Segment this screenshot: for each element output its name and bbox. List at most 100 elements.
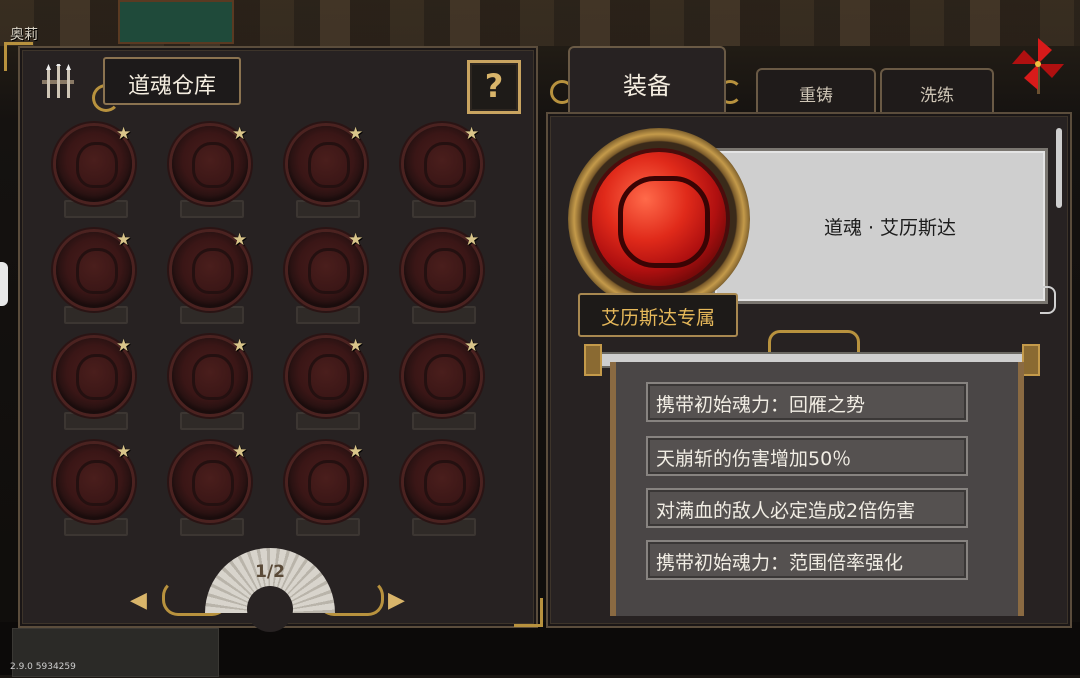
soul-name-box: 道魂 · 艾历斯达	[712, 148, 1048, 304]
player-name: 奥莉	[10, 27, 38, 43]
trident-icon	[42, 64, 74, 98]
orb-stand	[296, 306, 360, 324]
effect-row: 携带初始魂力：范围倍率强化	[646, 540, 968, 580]
soul-portrait-icon	[76, 248, 118, 294]
soul-orb-icon	[404, 444, 480, 520]
soul-slot[interactable]: ★	[284, 122, 376, 218]
scroll-rod-cap	[584, 344, 602, 376]
soul-portrait-icon	[618, 176, 710, 268]
soul-slot[interactable]: ★	[400, 228, 492, 324]
soul-portrait-icon	[308, 460, 350, 506]
orb-stand	[296, 518, 360, 536]
soul-portrait-icon	[76, 142, 118, 188]
tab-recast-label: 重铸	[799, 86, 833, 106]
orb-stand	[180, 306, 244, 324]
orb-stand	[180, 412, 244, 430]
orb-stand	[64, 200, 128, 218]
detail-scrollbar[interactable]	[1056, 128, 1062, 208]
orb-stand	[296, 412, 360, 430]
storage-title: 道魂仓库	[127, 74, 216, 99]
soul-slot[interactable]: ★	[168, 334, 260, 430]
star-icon: ★	[232, 124, 248, 144]
orb-stand	[412, 306, 476, 324]
corner-ornament	[4, 42, 33, 71]
star-icon: ★	[464, 124, 480, 144]
soul-slot[interactable]: ★	[52, 228, 144, 324]
tab-recast[interactable]: 重铸	[756, 68, 876, 114]
effect-row: 携带初始魂力：回雁之势	[646, 382, 968, 422]
question-mark-icon: ?	[484, 67, 504, 105]
effect-row: 对满血的敌人必定造成2倍伤害	[646, 488, 968, 528]
soul-slot[interactable]: ★	[52, 334, 144, 430]
tab-refine[interactable]: 洗练	[880, 68, 994, 114]
tab-equip[interactable]: 装备	[568, 46, 726, 114]
soul-portrait-icon	[424, 142, 466, 188]
soul-slot[interactable]	[400, 440, 492, 536]
effect-text: 对满血的敌人必定造成2倍伤害	[656, 500, 916, 522]
soul-slot[interactable]: ★	[400, 122, 492, 218]
page-indicator: 1/2	[255, 562, 285, 582]
soul-grid: ★ ★ ★ ★ ★ ★ ★ ★ ★ ★ ★ ★ ★ ★ ★	[52, 122, 492, 536]
soul-portrait-icon	[192, 354, 234, 400]
background-green-panel	[118, 0, 234, 44]
version-label: 2.9.0 5934259	[10, 662, 76, 672]
effect-text: 天崩斩的伤害增加50％	[656, 448, 852, 470]
storage-title-plate: 道魂仓库	[103, 57, 241, 105]
tab-equip-label: 装备	[623, 72, 671, 100]
name-box-ornament	[1040, 286, 1056, 314]
soul-slot[interactable]: ★	[284, 334, 376, 430]
soul-slot[interactable]: ★	[284, 440, 376, 536]
soul-slot[interactable]: ★	[168, 228, 260, 324]
effect-row: 天崩斩的伤害增加50％	[646, 436, 968, 476]
soul-slot[interactable]: ★	[52, 440, 144, 536]
page-fan: 1/2	[205, 548, 335, 632]
exclusive-badge: 艾历斯达专属	[578, 293, 738, 337]
prev-page-arrow-icon[interactable]: ◀	[130, 588, 147, 613]
star-icon: ★	[464, 336, 480, 356]
soul-name: 道魂 · 艾历斯达	[823, 217, 957, 239]
orb-stand	[64, 412, 128, 430]
orb-stand	[180, 200, 244, 218]
soul-portrait-icon	[192, 460, 234, 506]
soul-portrait-icon	[308, 354, 350, 400]
star-icon: ★	[116, 124, 132, 144]
tab-refine-label: 洗练	[920, 86, 954, 106]
star-icon: ★	[464, 230, 480, 250]
soul-portrait-icon	[76, 460, 118, 506]
star-icon: ★	[232, 230, 248, 250]
star-icon: ★	[116, 230, 132, 250]
soul-portrait-icon	[308, 248, 350, 294]
star-icon: ★	[116, 336, 132, 356]
soul-slot[interactable]: ★	[284, 228, 376, 324]
scroll-rod-cap	[1022, 344, 1040, 376]
soul-portrait-icon	[192, 248, 234, 294]
star-icon: ★	[348, 442, 364, 462]
next-page-arrow-icon[interactable]: ▶	[388, 588, 405, 613]
orb-stand	[64, 306, 128, 324]
soul-portrait-icon	[76, 354, 118, 400]
corner-ornament	[514, 598, 543, 627]
soul-portrait-icon	[424, 354, 466, 400]
orb-stand	[412, 518, 476, 536]
soul-portrait-icon	[424, 248, 466, 294]
fan-center	[247, 586, 293, 632]
soul-slot[interactable]: ★	[52, 122, 144, 218]
soul-slot[interactable]: ★	[400, 334, 492, 430]
star-icon: ★	[348, 230, 364, 250]
star-icon: ★	[232, 336, 248, 356]
soul-portrait-icon	[192, 142, 234, 188]
side-handle[interactable]	[0, 262, 8, 306]
star-icon: ★	[348, 336, 364, 356]
effect-text: 携带初始魂力：范围倍率强化	[656, 552, 904, 574]
pinwheel-icon[interactable]	[1008, 34, 1068, 94]
soul-slot[interactable]: ★	[168, 440, 260, 536]
orb-stand	[412, 200, 476, 218]
orb-stand	[412, 412, 476, 430]
help-button[interactable]: ?	[467, 60, 521, 114]
exclusive-label: 艾历斯达专属	[600, 307, 715, 329]
soul-slot[interactable]: ★	[168, 122, 260, 218]
star-icon: ★	[348, 124, 364, 144]
orb-stand	[64, 518, 128, 536]
effect-text: 携带初始魂力：回雁之势	[656, 394, 866, 416]
orb-stand	[180, 518, 244, 536]
